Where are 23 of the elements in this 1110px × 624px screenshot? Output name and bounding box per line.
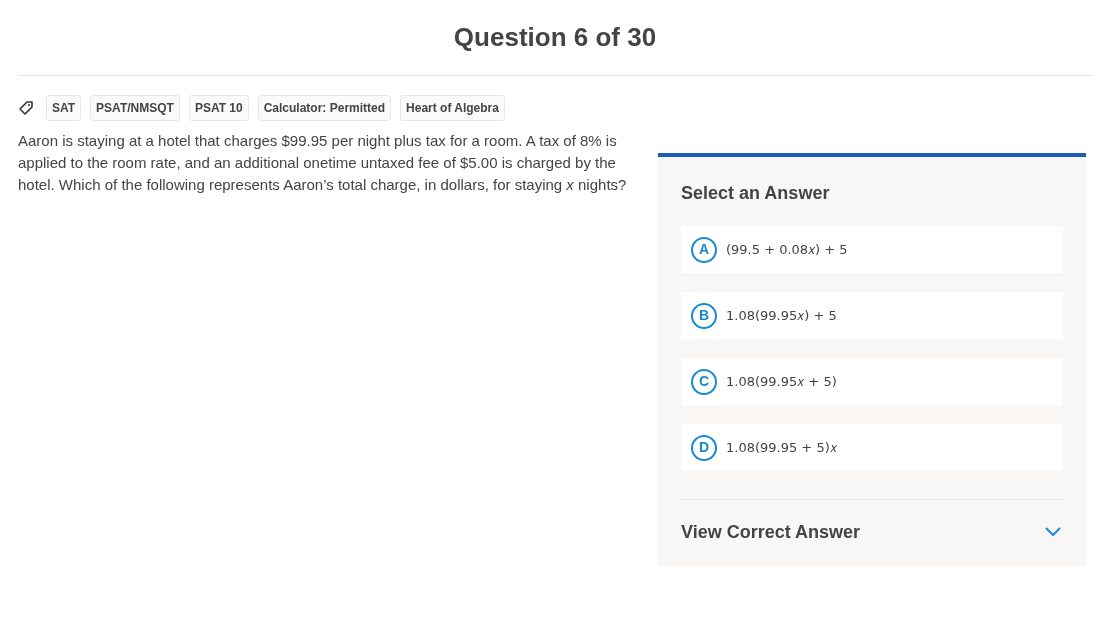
answer-option[interactable]: D 1.08(99.95 + 5)𝑥: [681, 424, 1063, 471]
question-text: Aaron is staying at a hotel that charges $99.95 per night plus tax for a room. A tax of 8% is applied to the room rate, and an additional onetime untaxed fee of $5.00 is charged by the hotel. Which of the following represents Aaron’s total charge, in dollars, for staying x nights?: [18, 131, 628, 195]
tag: PSAT/NMSQT: [90, 95, 180, 121]
page-title: Question 6 of 30: [453, 21, 657, 54]
tag: PSAT 10: [188, 95, 249, 121]
chevron-icon: [1045, 527, 1061, 537]
view-answer-toggle[interactable]: View Correct Answer: [681, 500, 1063, 564]
option-letter: C: [691, 368, 717, 395]
panel-heading: Select an Answer: [681, 182, 831, 205]
option-letter: D: [691, 434, 717, 461]
option-formula: 1.08(99.95𝑥 + 5): [726, 372, 837, 391]
tag: SAT: [46, 95, 82, 121]
tag: Calculator: Permitted: [257, 95, 392, 121]
tag-icon: [18, 100, 34, 116]
answer-option[interactable]: C 1.08(99.95𝑥 + 5): [681, 358, 1063, 405]
option-formula: 1.08(99.95𝑥) + 5: [726, 306, 837, 325]
option-letter: A: [691, 236, 717, 263]
answer-option[interactable]: B 1.08(99.95𝑥) + 5: [681, 292, 1063, 339]
option-formula: 1.08(99.95 + 5)𝑥: [726, 438, 837, 457]
answer-option[interactable]: A (99.5 + 0.08𝑥) + 5: [681, 226, 1063, 273]
option-letter: B: [691, 302, 717, 329]
tag: Heart of Algebra: [400, 95, 505, 121]
option-formula: (99.5 + 0.08𝑥) + 5: [726, 240, 848, 259]
